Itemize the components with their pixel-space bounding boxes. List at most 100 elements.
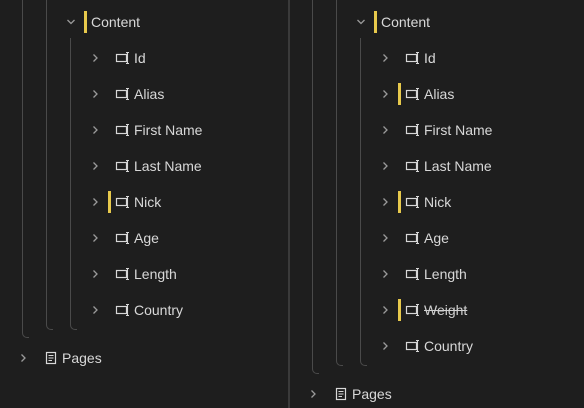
chevron-right-icon[interactable] bbox=[380, 47, 390, 69]
field-icon bbox=[405, 266, 421, 282]
change-marker bbox=[108, 191, 111, 213]
change-marker bbox=[374, 11, 377, 33]
field-icon bbox=[115, 158, 131, 174]
field-label: Country bbox=[134, 302, 184, 318]
chevron-right-icon[interactable] bbox=[90, 299, 100, 321]
tree-guide-line bbox=[312, 0, 319, 374]
tree-guide-line bbox=[70, 38, 77, 330]
field-node-age[interactable]: Age bbox=[380, 227, 449, 249]
change-marker-empty bbox=[108, 227, 111, 249]
left-tree-pane: Content Id Alias First Name Last Name Nick Ag… bbox=[0, 0, 288, 408]
field-icon bbox=[405, 230, 421, 246]
content-node[interactable]: Content bbox=[66, 11, 140, 33]
chevron-right-icon[interactable] bbox=[380, 83, 390, 105]
chevron-right-icon[interactable] bbox=[90, 155, 100, 177]
chevron-right-icon[interactable] bbox=[380, 263, 390, 285]
document-icon bbox=[43, 350, 59, 366]
change-marker-empty bbox=[108, 263, 111, 285]
content-node-label: Content bbox=[381, 14, 431, 30]
field-label: Nick bbox=[134, 194, 162, 210]
field-label: Id bbox=[134, 50, 146, 66]
right-tree-pane: Content Id Alias First Name Last Name Nick Ag… bbox=[290, 0, 584, 408]
tree-guide-line bbox=[336, 0, 343, 366]
field-label: First Name bbox=[134, 122, 203, 138]
field-label: Length bbox=[424, 266, 467, 282]
chevron-right-icon[interactable] bbox=[90, 47, 100, 69]
field-label: Age bbox=[134, 230, 159, 246]
field-node-alias[interactable]: Alias bbox=[380, 83, 454, 105]
change-marker-empty bbox=[398, 119, 401, 141]
field-node-last-name[interactable]: Last Name bbox=[380, 155, 492, 177]
chevron-down-icon[interactable] bbox=[66, 11, 76, 33]
field-node-last-name[interactable]: Last Name bbox=[90, 155, 202, 177]
chevron-right-icon[interactable] bbox=[90, 83, 100, 105]
content-node[interactable]: Content bbox=[356, 11, 430, 33]
chevron-right-icon[interactable] bbox=[380, 227, 390, 249]
pages-node-label: Pages bbox=[352, 386, 392, 402]
pages-node[interactable]: Pages bbox=[18, 347, 102, 369]
field-node-weight[interactable]: Weight bbox=[380, 299, 467, 321]
field-label: Last Name bbox=[134, 158, 202, 174]
field-icon bbox=[405, 194, 421, 210]
chevron-down-icon[interactable] bbox=[356, 11, 366, 33]
chevron-right-icon[interactable] bbox=[308, 383, 318, 405]
pages-node-label: Pages bbox=[62, 350, 102, 366]
field-node-length[interactable]: Length bbox=[90, 263, 177, 285]
field-icon bbox=[115, 230, 131, 246]
field-label: Nick bbox=[424, 194, 452, 210]
field-node-country[interactable]: Country bbox=[380, 335, 473, 357]
tree-guide-line bbox=[22, 0, 29, 338]
change-marker-empty bbox=[398, 47, 401, 69]
field-node-age[interactable]: Age bbox=[90, 227, 159, 249]
field-node-nick[interactable]: Nick bbox=[90, 191, 161, 213]
field-icon bbox=[115, 86, 131, 102]
chevron-right-icon[interactable] bbox=[380, 299, 390, 321]
pages-node[interactable]: Pages bbox=[308, 383, 392, 405]
chevron-right-icon[interactable] bbox=[90, 119, 100, 141]
field-icon bbox=[115, 122, 131, 138]
field-node-id[interactable]: Id bbox=[380, 47, 436, 69]
chevron-right-icon[interactable] bbox=[90, 263, 100, 285]
field-label: Length bbox=[134, 266, 177, 282]
chevron-right-icon[interactable] bbox=[380, 155, 390, 177]
field-node-first-name[interactable]: First Name bbox=[90, 119, 202, 141]
change-marker bbox=[84, 11, 87, 33]
change-marker-empty bbox=[398, 227, 401, 249]
field-icon bbox=[405, 122, 421, 138]
chevron-right-icon[interactable] bbox=[18, 347, 28, 369]
change-marker bbox=[398, 299, 401, 321]
field-icon bbox=[405, 302, 421, 318]
field-icon bbox=[115, 302, 131, 318]
field-node-first-name[interactable]: First Name bbox=[380, 119, 492, 141]
change-marker-empty bbox=[108, 83, 111, 105]
change-marker-empty bbox=[398, 155, 401, 177]
field-icon bbox=[405, 50, 421, 66]
change-marker-empty bbox=[108, 299, 111, 321]
field-label: Id bbox=[424, 50, 436, 66]
change-marker bbox=[398, 83, 401, 105]
field-icon bbox=[405, 158, 421, 174]
field-icon bbox=[405, 86, 421, 102]
field-node-length[interactable]: Length bbox=[380, 263, 467, 285]
chevron-right-icon[interactable] bbox=[90, 191, 100, 213]
field-label: Alias bbox=[424, 86, 455, 102]
chevron-right-icon[interactable] bbox=[380, 335, 390, 357]
field-label: Age bbox=[424, 230, 449, 246]
field-node-alias[interactable]: Alias bbox=[90, 83, 164, 105]
chevron-right-icon[interactable] bbox=[380, 119, 390, 141]
field-icon bbox=[115, 194, 131, 210]
chevron-right-icon[interactable] bbox=[380, 191, 390, 213]
change-marker-empty bbox=[398, 335, 401, 357]
tree-guide-line bbox=[46, 0, 53, 330]
chevron-right-icon[interactable] bbox=[90, 227, 100, 249]
field-node-country[interactable]: Country bbox=[90, 299, 183, 321]
change-marker-empty bbox=[108, 119, 111, 141]
field-node-nick[interactable]: Nick bbox=[380, 191, 451, 213]
change-marker-empty bbox=[398, 263, 401, 285]
document-icon bbox=[333, 386, 349, 402]
field-icon bbox=[115, 50, 131, 66]
field-node-id[interactable]: Id bbox=[90, 47, 146, 69]
field-icon bbox=[405, 338, 421, 354]
content-node-label: Content bbox=[91, 14, 141, 30]
field-label: Last Name bbox=[424, 158, 492, 174]
